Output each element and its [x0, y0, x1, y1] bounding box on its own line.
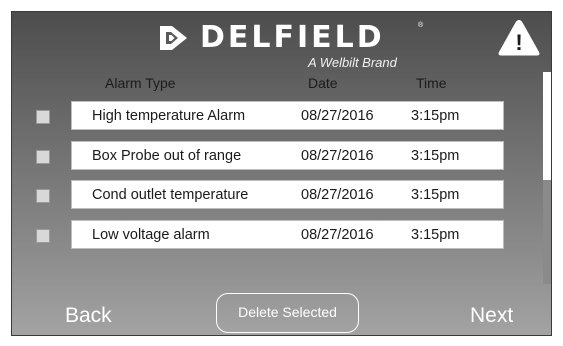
alarm-type: Low voltage alarm — [92, 227, 210, 243]
alarm-row[interactable]: High temperature Alarm 08/27/2016 3:15pm — [71, 101, 504, 130]
alarm-date: 08/27/2016 — [301, 148, 374, 164]
alarm-row[interactable]: Cond outlet temperature 08/27/2016 3:15p… — [71, 180, 504, 209]
scrollbar[interactable] — [543, 72, 551, 284]
row-select-checkbox[interactable] — [36, 150, 50, 164]
row-select-checkbox[interactable] — [36, 110, 50, 124]
alarm-type: Box Probe out of range — [92, 148, 242, 164]
warning-button[interactable]: ! — [496, 17, 542, 59]
alarm-time: 3:15pm — [411, 148, 460, 164]
registered-mark: ® — [418, 22, 424, 29]
warning-symbol: ! — [515, 30, 522, 55]
alarm-row[interactable]: Box Probe out of range 08/27/2016 3:15pm — [71, 141, 504, 170]
next-button[interactable]: Next — [470, 304, 513, 328]
alarm-date: 08/27/2016 — [301, 227, 374, 243]
brand-name: DELFIELD — [200, 20, 385, 55]
row-select-checkbox[interactable] — [36, 189, 50, 203]
brand-tagline: A Welbilt Brand — [308, 55, 397, 70]
column-header-time: Time — [416, 75, 447, 91]
back-button[interactable]: Back — [65, 304, 112, 328]
row-select-checkbox[interactable] — [36, 229, 50, 243]
delfield-logo-icon — [160, 26, 187, 50]
alarm-time: 3:15pm — [411, 108, 460, 124]
column-header-date: Date — [308, 75, 338, 91]
warning-triangle-icon: ! — [498, 20, 540, 56]
alarm-time: 3:15pm — [411, 227, 460, 243]
alarm-type: Cond outlet temperature — [92, 187, 249, 203]
alarm-row[interactable]: Low voltage alarm 08/27/2016 3:15pm — [71, 220, 504, 249]
delete-selected-button[interactable]: Delete Selected — [216, 293, 359, 333]
scrollbar-thumb[interactable] — [543, 72, 551, 180]
alarm-date: 08/27/2016 — [301, 187, 374, 203]
alarm-log-screen: DELFIELD ® A Welbilt Brand ! Alarm Type … — [11, 11, 552, 336]
alarm-date: 08/27/2016 — [301, 108, 374, 124]
column-header-alarm-type: Alarm Type — [105, 75, 176, 91]
brand-logo: DELFIELD ® — [156, 20, 423, 56]
alarm-type: High temperature Alarm — [92, 108, 246, 124]
alarm-time: 3:15pm — [411, 187, 460, 203]
